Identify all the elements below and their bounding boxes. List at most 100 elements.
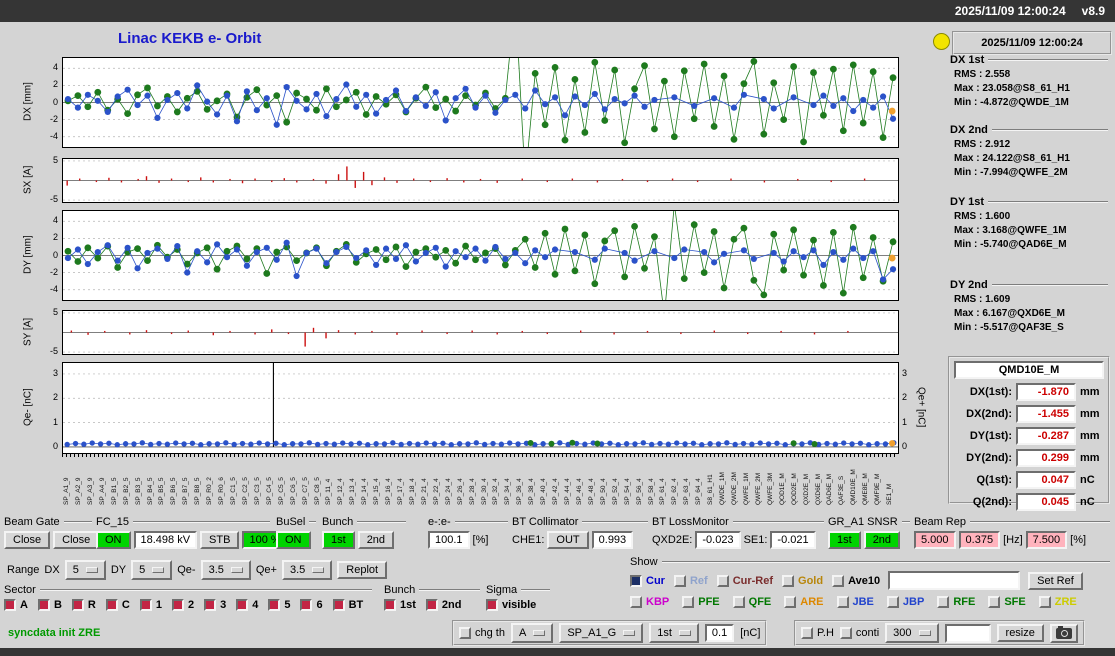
range-qe-minus-label: Qe- xyxy=(177,564,196,576)
bottom-window-bar xyxy=(0,648,1115,656)
x-axis-label: SP_B8_5 xyxy=(194,477,202,505)
checkbox-kbp[interactable]: KBP xyxy=(630,596,669,608)
checkbox-1st[interactable]: 1st xyxy=(384,599,416,611)
interval-select[interactable]: 300 xyxy=(885,623,939,643)
checkbox-are[interactable]: ARE xyxy=(784,596,824,608)
range-dy-select[interactable]: 5 xyxy=(131,560,173,580)
checkbox-zre[interactable]: ZRE xyxy=(1038,596,1077,608)
conti-checkbox[interactable]: conti xyxy=(839,627,879,639)
sy-axis-title: SY [A] xyxy=(22,317,34,346)
x-axis-label: SP_C5_5 xyxy=(277,477,285,505)
checkbox-3[interactable]: 3 xyxy=(204,599,226,611)
fc15-stb-button[interactable]: STB xyxy=(200,531,240,549)
x-axis-label: SP_63_4 xyxy=(683,478,691,505)
stats-title: DY 2nd xyxy=(950,279,988,291)
checkbox-cur[interactable]: Cur xyxy=(630,574,665,587)
checkbox-c[interactable]: C xyxy=(105,599,130,611)
ref-file-input[interactable] xyxy=(888,571,1021,590)
y-tick-label: 4 xyxy=(52,62,58,73)
checkbox-2[interactable]: 2 xyxy=(171,599,195,611)
checkbox-cur-ref[interactable]: Cur-Ref xyxy=(716,574,773,587)
bpm-select[interactable]: SP_A1_G xyxy=(559,623,644,643)
snsr-1st-button[interactable]: 1st xyxy=(828,531,861,549)
checkbox-4[interactable]: 4 xyxy=(236,599,258,611)
timestamp-box: 2025/11/09 12:00:24 xyxy=(952,31,1112,55)
busel-on-button[interactable]: ON xyxy=(276,531,311,549)
checkbox-gold[interactable]: Gold xyxy=(782,574,823,587)
checkbox-ref[interactable]: Ref xyxy=(673,574,708,587)
checkbox-label: 6 xyxy=(316,599,323,611)
x-axis-label: SP_18_4 xyxy=(408,478,416,505)
checkbox-r[interactable]: R xyxy=(71,599,96,611)
checkbox-indicator xyxy=(71,599,84,611)
checkbox-a[interactable]: A xyxy=(4,599,28,611)
x-axis-label: SP_24_4 xyxy=(444,478,452,505)
magnet-row-label: DY(1st): xyxy=(969,430,1012,442)
beam-gate-close-1-button[interactable]: Close xyxy=(4,531,51,549)
checkbox-jbp[interactable]: JBP xyxy=(886,596,924,608)
stats-title: DX 2nd xyxy=(950,124,988,136)
qe-right-ytick-labels: 3 2 1 0 xyxy=(900,362,914,452)
magnet-row-value: -0.287 xyxy=(1016,427,1076,445)
stats-rms: RMS : 1.600 xyxy=(954,211,1011,222)
x-axis-label: SP_B5_5 xyxy=(158,477,166,505)
range-dx-select[interactable]: 5 xyxy=(64,560,106,580)
checkbox-rfe[interactable]: RFE xyxy=(937,596,975,608)
resize-button[interactable]: resize xyxy=(996,624,1044,642)
screenshot-button[interactable] xyxy=(1049,623,1078,643)
che1-out-button[interactable]: OUT xyxy=(547,531,589,549)
fc15-group: FC_15 ON 18.498 kV STB 100 % xyxy=(96,516,288,549)
y-tick-label: 1 xyxy=(902,416,908,427)
gr-snsr-title: GR_A1 SNSR xyxy=(828,516,898,528)
x-axis-label: QWDE_2M xyxy=(731,472,738,505)
chg-th-checkbox[interactable]: chg th xyxy=(459,627,505,639)
range-qe-plus-select[interactable]: 3.5 xyxy=(281,560,333,580)
bunch-number-select[interactable]: 1st xyxy=(649,623,699,643)
sector-select-value: A xyxy=(518,627,527,639)
checkbox-bt[interactable]: BT xyxy=(332,599,363,611)
magnet-row-value: 0.047 xyxy=(1016,471,1076,489)
checkbox-sfe[interactable]: SFE xyxy=(988,596,1026,608)
interval-value: 300 xyxy=(893,627,912,639)
dx-1st-stats: DX 1st RMS : 2.558 Max : 23.058@S8_61_H1… xyxy=(950,54,1108,108)
x-axis-label: QMD10E_M xyxy=(850,469,858,505)
checkbox-1[interactable]: 1 xyxy=(139,599,162,611)
checkbox-b[interactable]: B xyxy=(37,599,62,611)
x-axis-label: SP_15_4 xyxy=(373,478,381,505)
checkbox-qfe[interactable]: QFE xyxy=(732,596,771,608)
range-qe-minus-select[interactable]: 3.5 xyxy=(200,560,251,580)
ph-checkbox[interactable]: P.H xyxy=(801,627,834,639)
x-axis-label: SP_A3_9 xyxy=(86,477,94,505)
y-tick-label: 0 xyxy=(52,249,58,260)
checkbox-visible[interactable]: visible xyxy=(486,599,536,611)
checkbox-indicator xyxy=(832,574,845,587)
beam-rep-percent-unit: [%] xyxy=(1070,534,1087,546)
checkbox-5[interactable]: 5 xyxy=(268,599,290,611)
y-tick-label: -2 xyxy=(49,113,58,124)
bunch-1st-button[interactable]: 1st xyxy=(322,531,355,549)
dy-orbit-plot xyxy=(62,210,899,301)
beam-rep-group: Beam Rep 5.000 0.375 [Hz] 7.500 [%] xyxy=(914,516,1110,549)
magnet-readout-panel: QMD10E_M DX(1st): -1.870 mm DX(2nd): -1.… xyxy=(948,356,1110,511)
checkbox-jbe[interactable]: JBE xyxy=(836,596,874,608)
sector-select[interactable]: A xyxy=(510,623,554,643)
checkbox-indicator xyxy=(105,599,118,611)
y-tick-label: 4 xyxy=(52,215,58,226)
fc15-on-button[interactable]: ON xyxy=(96,531,131,549)
checkbox-2nd[interactable]: 2nd xyxy=(425,599,461,611)
blank-field[interactable] xyxy=(944,623,991,643)
bunch-2nd-button[interactable]: 2nd xyxy=(357,531,395,549)
checkbox-label: RFE xyxy=(953,596,976,608)
checkbox-label: 2 xyxy=(187,599,195,611)
window-title-bar: 2025/11/09 12:00:24 v8.9 xyxy=(0,0,1115,22)
beam-gate-close-2-button[interactable]: Close xyxy=(53,531,100,549)
checkbox-ave10[interactable]: Ave10 xyxy=(832,574,880,587)
option-menu-indicator xyxy=(678,630,691,636)
checkbox-pfe[interactable]: PFE xyxy=(682,596,720,608)
checkbox-indicator xyxy=(486,599,498,611)
checkbox-6[interactable]: 6 xyxy=(300,599,323,611)
beam-rep-title: Beam Rep xyxy=(914,516,966,528)
replot-button[interactable]: Replot xyxy=(337,561,388,579)
set-ref-button[interactable]: Set Ref xyxy=(1028,571,1083,590)
snsr-2nd-button[interactable]: 2nd xyxy=(863,531,901,549)
